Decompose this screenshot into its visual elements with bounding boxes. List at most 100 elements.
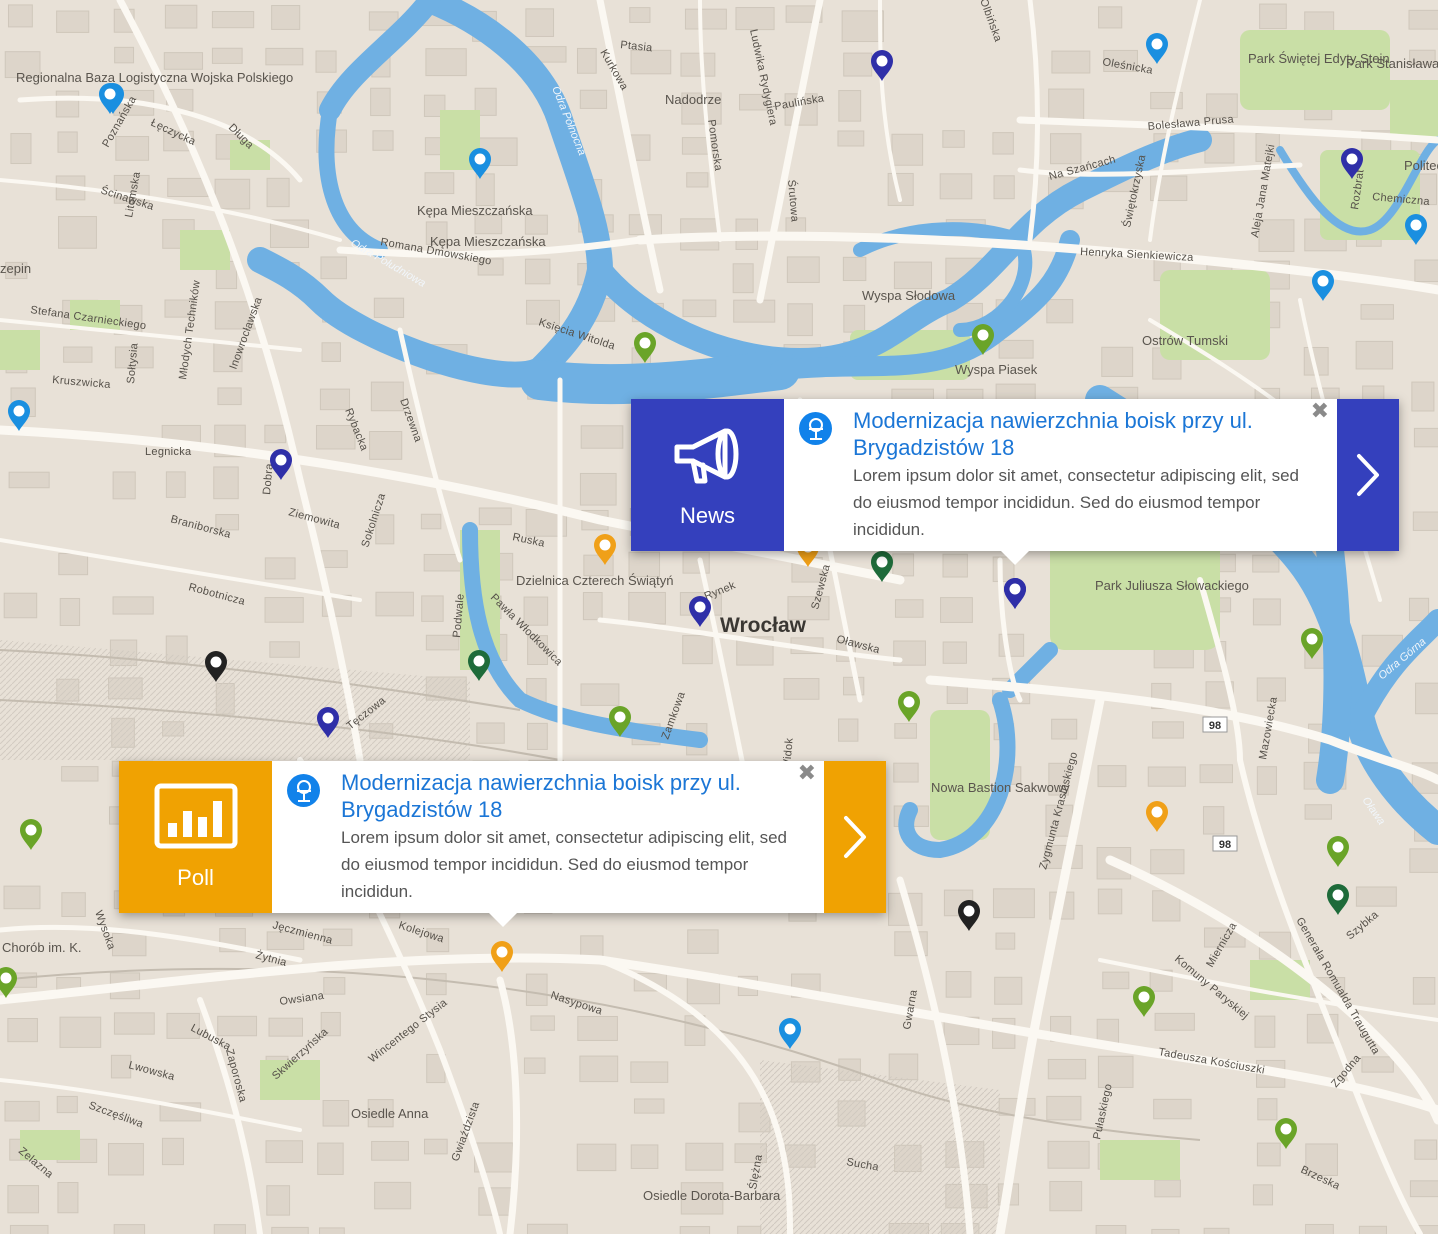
building-block [374, 1181, 412, 1210]
building-block [1199, 764, 1233, 784]
building-block [577, 1015, 618, 1041]
building-block [217, 387, 242, 406]
building-block [1150, 849, 1185, 875]
building-block [1412, 977, 1436, 1005]
building-block [269, 641, 300, 658]
building-block [163, 52, 204, 70]
building-block [165, 471, 186, 498]
building-block [107, 1143, 144, 1176]
street-label: Legnicka [145, 446, 192, 458]
place-label: Wyspa Piasek [955, 362, 1038, 377]
place-label: Dzielnica Czterech Świątyń [516, 573, 674, 588]
building-block [264, 424, 287, 444]
building-block [370, 381, 404, 412]
building-block [732, 263, 754, 294]
building-block [576, 1143, 617, 1172]
building-block [373, 297, 405, 318]
building-block [735, 7, 775, 31]
svg-text:98: 98 [1219, 839, 1231, 851]
building-block [530, 1015, 555, 1031]
building-block [682, 635, 713, 665]
building-block [682, 551, 710, 574]
building-block [843, 52, 873, 77]
building-block [1408, 9, 1438, 30]
building-block [992, 888, 1035, 919]
building-block [164, 4, 198, 29]
building-block [893, 762, 919, 783]
building-block [161, 1137, 184, 1166]
building-block [56, 1095, 78, 1114]
route-shield: 98 [1202, 716, 1228, 733]
building-block [268, 1017, 303, 1037]
building-block [1413, 427, 1438, 448]
popup-type-panel: News [631, 399, 784, 551]
building-block [4, 1100, 40, 1122]
building-block [526, 1223, 568, 1234]
building-block [8, 471, 50, 489]
chevron-right-icon [844, 816, 866, 858]
place-label: Regionalna Baza Logistyczna Wojska Polsk… [16, 70, 293, 85]
bar-chart-icon [153, 781, 239, 851]
map-canvas[interactable]: Poznańska Łęczycka Długa Litomska Ścinaw… [0, 0, 1438, 1234]
building-block [1051, 50, 1091, 74]
building-block [786, 256, 820, 283]
building-block [1415, 682, 1438, 715]
building-block [319, 1227, 345, 1234]
building-block [1361, 1056, 1394, 1073]
close-icon[interactable]: ✖ [1311, 401, 1329, 423]
building-block [892, 553, 915, 577]
popup-next-button[interactable] [1337, 399, 1399, 551]
building-block [687, 929, 719, 954]
popup-type-label: News [679, 503, 735, 528]
building-block [59, 597, 81, 626]
building-block [211, 47, 243, 64]
building-block [787, 303, 813, 337]
building-block [1254, 1015, 1276, 1048]
building-block [838, 718, 859, 742]
building-block [685, 1142, 724, 1171]
building-block [894, 723, 917, 739]
building-block [682, 299, 717, 318]
building-block [1203, 1227, 1230, 1234]
building-block [1252, 554, 1280, 573]
building-block [424, 172, 455, 195]
building-block [56, 10, 90, 33]
popup-description: Lorem ipsum dolor sit amet, consectetur … [853, 466, 1299, 539]
popup-type-panel: Poll [119, 761, 272, 913]
place-label: Nadodrze [665, 92, 721, 107]
building-block [63, 346, 93, 363]
building-block [425, 48, 467, 77]
building-block [1050, 133, 1082, 165]
building-block [841, 10, 884, 43]
building-block [211, 11, 255, 29]
building-block [1051, 718, 1078, 740]
popup-title[interactable]: Modernizacja nawierzchnia boisk przy ul.… [853, 407, 1307, 461]
building-block [424, 1138, 448, 1155]
building-block [320, 550, 348, 568]
building-block [628, 591, 666, 625]
building-block [1360, 304, 1394, 320]
building-block [420, 513, 442, 530]
building-block [57, 131, 78, 153]
building-block [1154, 1179, 1181, 1198]
building-block [1409, 848, 1438, 873]
building-block [266, 177, 290, 208]
building-block [1152, 721, 1184, 739]
building-block [315, 50, 337, 73]
popup-next-button[interactable] [824, 761, 886, 913]
place-label: Park Juliusza Słowackiego [1095, 578, 1249, 593]
popup-type-label: Poll [177, 865, 214, 890]
close-icon[interactable]: ✖ [798, 763, 816, 785]
building-block [369, 430, 403, 460]
building-block [629, 7, 651, 23]
building-block [1256, 1142, 1281, 1167]
building-block [3, 885, 41, 910]
chevron-right-icon [1357, 454, 1379, 496]
building-block [998, 339, 1034, 359]
building-block [1252, 598, 1281, 626]
place-label: Kępa Mieszczańska [430, 234, 546, 249]
popup-title[interactable]: Modernizacja nawierzchnia boisk przy ul.… [341, 769, 794, 823]
building-block [323, 977, 346, 995]
building-block [580, 683, 620, 706]
building-block [633, 1098, 665, 1114]
